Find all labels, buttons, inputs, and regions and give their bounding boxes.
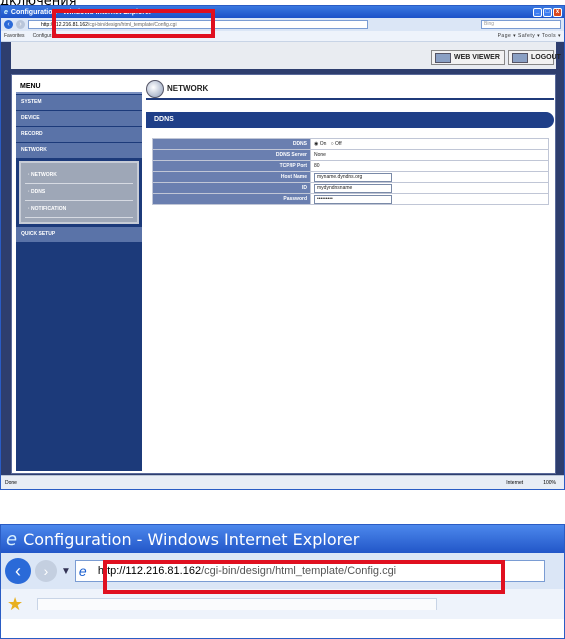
browser-window: e Configuration - Windows Internet Explo… xyxy=(0,5,565,490)
globe-icon xyxy=(146,79,164,98)
forward-button[interactable]: › xyxy=(16,20,25,29)
status-bar: Done Internet 100% xyxy=(1,475,564,489)
favorites-star-icon[interactable]: ★ xyxy=(7,594,23,615)
highlight-box xyxy=(52,9,215,38)
ddns-toggle: ◉ On ○ Off xyxy=(310,138,549,150)
ie-icon: e xyxy=(4,8,8,16)
web-viewer-button[interactable]: WEB VIEWER xyxy=(431,50,505,65)
ddns-server-value: None xyxy=(310,149,549,161)
table-row: Password ••••••••• xyxy=(152,193,549,205)
table-row: ID mydyndnsname xyxy=(152,182,549,194)
table-row: TCP/IP Port 80 xyxy=(152,160,549,172)
password-input[interactable]: ••••••••• xyxy=(314,194,392,204)
close-button[interactable]: x xyxy=(553,7,562,17)
minimize-button[interactable]: _ xyxy=(533,7,542,17)
web-viewer-label: WEB VIEWER xyxy=(454,54,500,61)
main-frame: MENU SYSTEM DEVICE RECORD NETWORK · NETW… xyxy=(11,74,556,474)
tcp-port-value: 80 xyxy=(310,160,549,172)
radio-on-label: On xyxy=(319,141,327,147)
ddns-label: DDNS xyxy=(152,138,311,150)
sidebar-menu: MENU SYSTEM DEVICE RECORD NETWORK · NETW… xyxy=(16,79,142,471)
menu-item-quick-setup[interactable]: QUICK SETUP xyxy=(16,227,142,242)
monitor-icon xyxy=(435,53,451,63)
id-input[interactable]: mydyndnsname xyxy=(314,183,392,193)
highlight-box xyxy=(103,560,505,594)
zoom-title-bar: e Configuration - Windows Internet Explo… xyxy=(1,525,564,553)
panel-title: DDNS xyxy=(146,112,554,128)
network-submenu: · NETWORK · DDNS · NOTIFICATION xyxy=(19,161,139,224)
logout-button[interactable]: LOGOUT xyxy=(508,50,561,65)
password-label: Password xyxy=(152,193,311,205)
web-page: WEB VIEWER LOGOUT MENU SYSTEM DEVICE REC… xyxy=(1,42,564,475)
search-input[interactable]: Bing xyxy=(481,20,561,29)
page-header: WEB VIEWER LOGOUT xyxy=(11,42,561,69)
dropdown-icon[interactable]: ▼ xyxy=(61,566,71,577)
host-name-input[interactable]: myname.dyndns.org xyxy=(314,172,392,182)
table-row: DDNS Server None xyxy=(152,149,549,161)
submenu-item-ddns[interactable]: · DDNS xyxy=(25,184,133,201)
ddns-settings-table: DDNS ◉ On ○ Off DDNS Server None TCP/IP … xyxy=(152,138,549,205)
radio-off-label: Off xyxy=(335,141,342,147)
menu-item-record[interactable]: RECORD xyxy=(16,127,142,142)
page-icon: e xyxy=(78,563,87,579)
section-title: NETWORK xyxy=(167,84,209,93)
command-bar[interactable]: Page ▾ Safety ▾ Tools ▾ xyxy=(498,33,561,39)
forward-button[interactable]: › xyxy=(35,560,57,582)
section-header: NETWORK xyxy=(146,79,554,100)
menu-item-system[interactable]: SYSTEM xyxy=(16,95,142,110)
id-label: ID xyxy=(152,182,311,194)
maximize-button[interactable]: □ xyxy=(543,7,552,17)
back-button[interactable]: ‹ xyxy=(5,558,31,584)
host-name-label: Host Name xyxy=(152,171,311,183)
submenu-item-notification[interactable]: · NOTIFICATION xyxy=(25,201,133,218)
menu-item-network[interactable]: NETWORK xyxy=(16,143,142,158)
back-button[interactable]: ‹ xyxy=(4,20,13,29)
logout-icon xyxy=(512,53,528,63)
tab-strip xyxy=(37,598,438,610)
submenu-item-network[interactable]: · NETWORK xyxy=(25,167,133,184)
menu-item-device[interactable]: DEVICE xyxy=(16,111,142,126)
table-row: Host Name myname.dyndns.org xyxy=(152,171,549,183)
tcp-port-label: TCP/IP Port xyxy=(152,160,311,172)
favorites-button[interactable]: Favorites xyxy=(4,33,25,39)
zoom-window-title: Configuration - Windows Internet Explore… xyxy=(23,529,360,549)
content-area: NETWORK DDNS DDNS ◉ On ○ Off DDNS Server… xyxy=(146,79,554,471)
logout-label: LOGOUT xyxy=(531,54,561,61)
ie-icon: e xyxy=(6,528,18,550)
status-zone: Internet xyxy=(506,479,524,486)
zoom-level[interactable]: 100% xyxy=(543,480,556,486)
table-row: DDNS ◉ On ○ Off xyxy=(152,138,549,150)
ddns-server-label: DDNS Server xyxy=(152,149,311,161)
menu-title: MENU xyxy=(16,79,142,94)
status-text: Done xyxy=(5,479,17,486)
